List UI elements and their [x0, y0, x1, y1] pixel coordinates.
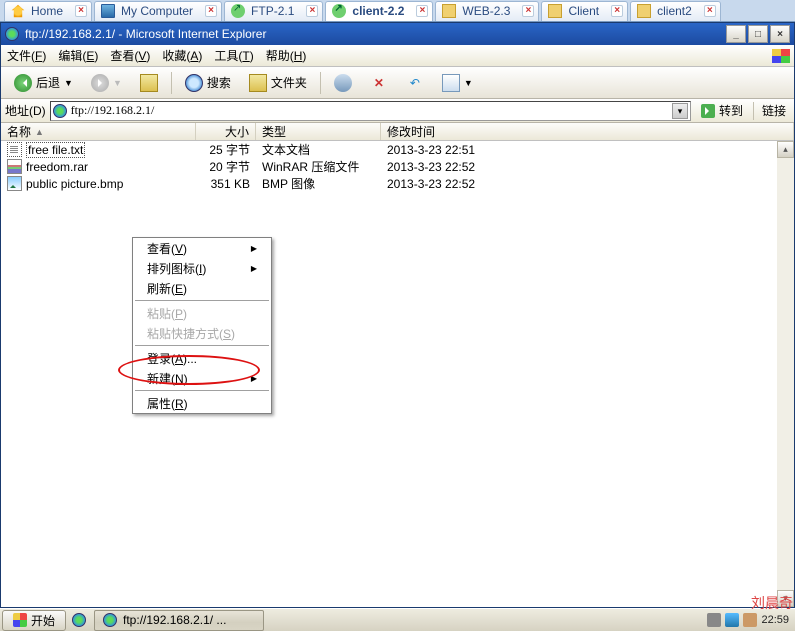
context-menu-item: 粘贴(P)	[133, 303, 271, 323]
address-input[interactable]	[71, 103, 672, 118]
menu-item[interactable]: 文件(F)	[7, 47, 46, 64]
address-dropdown[interactable]: ▾	[672, 103, 688, 119]
file-list[interactable]: free file.txt25 字节文本文档2013-3-23 22:51fre…	[1, 141, 794, 607]
file-icon	[7, 159, 22, 174]
context-menu-item[interactable]: 查看(V)	[133, 238, 271, 258]
client-icon	[442, 4, 456, 18]
folder-up-icon	[140, 74, 158, 92]
scroll-up-icon[interactable]: ▴	[777, 141, 794, 158]
menu-separator	[135, 390, 269, 391]
delete-button[interactable]: ✕	[363, 71, 395, 95]
folders-button[interactable]: 文件夹	[242, 71, 314, 95]
search-button[interactable]: 搜索	[178, 71, 238, 95]
col-date[interactable]: 修改时间	[381, 123, 794, 140]
forward-icon	[91, 74, 109, 92]
tab-close-icon[interactable]: ×	[416, 5, 428, 17]
ie-icon	[5, 27, 19, 41]
address-bar: 地址(D) ▾ 转到 链接	[1, 99, 794, 123]
file-row[interactable]: free file.txt25 字节文本文档2013-3-23 22:51	[1, 141, 794, 158]
client-icon	[548, 4, 562, 18]
ftp-icon	[332, 4, 346, 18]
host-tab[interactable]: client2×	[630, 1, 721, 21]
folders-icon	[249, 74, 267, 92]
host-tab[interactable]: FTP-2.1×	[224, 1, 323, 21]
menu-item[interactable]: 收藏(A)	[162, 47, 202, 64]
watermark: 刘晨奇	[751, 593, 793, 613]
context-menu-item[interactable]: 登录(A)...	[133, 348, 271, 368]
back-button[interactable]: 后退 ▼	[7, 71, 80, 95]
vertical-scrollbar[interactable]: ▴ ▾	[777, 141, 794, 607]
menu-separator	[135, 345, 269, 346]
start-button[interactable]: 开始	[2, 610, 66, 631]
go-icon	[701, 104, 715, 118]
url-icon	[53, 104, 67, 118]
window-title: ftp://192.168.2.1/ - Microsoft Internet …	[25, 27, 266, 41]
context-menu-item[interactable]: 属性(R)	[133, 393, 271, 413]
forward-button[interactable]: ▼	[84, 71, 129, 95]
ie-window: ftp://192.168.2.1/ - Microsoft Internet …	[0, 22, 795, 608]
taskbar-item[interactable]: ftp://192.168.2.1/ ...	[94, 610, 264, 631]
minimize-button[interactable]: _	[726, 25, 746, 43]
go-button[interactable]: 转到	[695, 101, 749, 121]
file-icon	[7, 142, 22, 157]
maximize-button[interactable]: □	[748, 25, 768, 43]
context-menu-item[interactable]: 刷新(E)	[133, 278, 271, 298]
file-row[interactable]: public picture.bmp351 KBBMP 图像2013-3-23 …	[1, 175, 794, 192]
tab-close-icon[interactable]: ×	[205, 5, 217, 17]
tray-icon[interactable]	[725, 613, 739, 627]
menu-item[interactable]: 编辑(E)	[58, 47, 98, 64]
tab-close-icon[interactable]: ×	[611, 5, 623, 17]
file-row[interactable]: freedom.rar20 字节WinRAR 压缩文件2013-3-23 22:…	[1, 158, 794, 175]
taskbar: 开始 ftp://192.168.2.1/ ... 22:59	[0, 608, 795, 631]
column-headers: 名称▲ 大小 类型 修改时间	[1, 123, 794, 141]
tray-icon[interactable]	[707, 613, 721, 627]
home-icon	[11, 4, 25, 18]
window-title-bar: ftp://192.168.2.1/ - Microsoft Internet …	[1, 23, 794, 45]
clock[interactable]: 22:59	[761, 614, 789, 626]
search-icon	[185, 74, 203, 92]
address-combo[interactable]: ▾	[50, 101, 691, 121]
host-tab[interactable]: Client×	[541, 1, 628, 21]
tab-close-icon[interactable]: ×	[522, 5, 534, 17]
tray-icon[interactable]	[743, 613, 757, 627]
up-button[interactable]	[133, 71, 165, 95]
menu-bar: 文件(F) 编辑(E) 查看(V) 收藏(A) 工具(T) 帮助(H)	[1, 45, 794, 67]
col-type[interactable]: 类型	[256, 123, 381, 140]
menu-item[interactable]: 工具(T)	[214, 47, 253, 64]
context-menu-item[interactable]: 排列图标(I)	[133, 258, 271, 278]
address-label: 地址(D)	[5, 102, 46, 119]
views-button[interactable]: ▼	[435, 71, 480, 95]
quicklaunch-ie-icon[interactable]	[72, 613, 86, 627]
tab-close-icon[interactable]: ×	[704, 5, 716, 17]
host-tab[interactable]: My Computer×	[94, 1, 222, 21]
pc-icon	[101, 4, 115, 18]
undo-button[interactable]: ↶	[399, 71, 431, 95]
host-tab[interactable]: Home×	[4, 1, 92, 21]
host-tab[interactable]: WEB-2.3×	[435, 1, 539, 21]
client-icon	[637, 4, 651, 18]
ie-throbber-icon	[768, 45, 794, 67]
menu-item[interactable]: 查看(V)	[110, 47, 150, 64]
context-menu[interactable]: 查看(V)排列图标(I)刷新(E) 粘贴(P)粘贴快捷方式(S) 登录(A)...新…	[132, 237, 272, 414]
task-icon	[103, 613, 117, 627]
links-label[interactable]: 链接	[758, 102, 790, 119]
col-name[interactable]: 名称▲	[1, 123, 196, 140]
sync-button[interactable]	[327, 71, 359, 95]
toolbar: 后退 ▼ ▼ 搜索 文件夹 ✕ ↶ ▼	[1, 67, 794, 99]
menu-separator	[135, 300, 269, 301]
context-menu-item: 粘贴快捷方式(S)	[133, 323, 271, 343]
back-icon	[14, 74, 32, 92]
file-icon	[7, 176, 22, 191]
context-menu-item[interactable]: 新建(N)	[133, 368, 271, 388]
menu-item[interactable]: 帮助(H)	[266, 47, 307, 64]
ftp-icon	[231, 4, 245, 18]
col-size[interactable]: 大小	[196, 123, 256, 140]
host-tab[interactable]: client-2.2×	[325, 1, 433, 21]
windows-icon	[13, 613, 27, 627]
tab-close-icon[interactable]: ×	[306, 5, 318, 17]
close-button[interactable]: ×	[770, 25, 790, 43]
tab-close-icon[interactable]: ×	[75, 5, 87, 17]
